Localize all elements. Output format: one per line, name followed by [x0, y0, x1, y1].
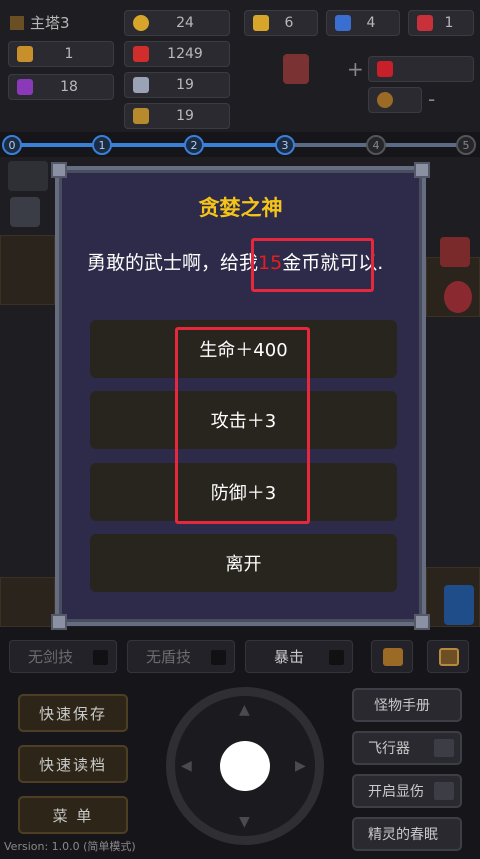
- chest-icon: [439, 648, 459, 666]
- track-line-done: [10, 143, 285, 147]
- toggle-icon: [434, 782, 454, 800]
- heart-icon: [377, 61, 393, 77]
- arrow-right-icon: ▶: [295, 758, 306, 774]
- skill-label: 暴击: [274, 648, 305, 666]
- crit-skill-toggle[interactable]: 暴击: [245, 640, 353, 673]
- gold-coin-icon: [133, 15, 149, 31]
- track-node[interactable]: 1: [92, 135, 112, 155]
- hero-portrait: [283, 54, 309, 84]
- track-node[interactable]: 4: [366, 135, 386, 155]
- red-keys-stat: 1: [408, 10, 474, 36]
- status-hud: 主塔3 1 18 24 1249 19 19 6 4 1 + -: [0, 0, 480, 132]
- shield-slot[interactable]: [368, 87, 422, 113]
- button-label: 精灵的春眠: [368, 827, 438, 843]
- button-label: 飞行器: [368, 741, 410, 757]
- frame-corner: [51, 162, 67, 178]
- option-leave[interactable]: 离开: [90, 534, 397, 592]
- fly-button[interactable]: 飞行器: [352, 731, 462, 765]
- show-damage-toggle[interactable]: 开启显伤: [352, 774, 462, 808]
- quick-save-button[interactable]: 快速保存: [18, 694, 128, 732]
- red-key-icon: [417, 15, 433, 31]
- bag-icon: [383, 648, 403, 666]
- minus-sign: -: [428, 87, 436, 111]
- spring-button[interactable]: 精灵的春眠: [352, 817, 462, 851]
- def-stat: 19: [124, 103, 230, 129]
- gold-stat: 24: [124, 10, 230, 36]
- book-icon: [444, 585, 474, 625]
- stone-tile: [10, 197, 40, 227]
- track-node[interactable]: 5: [456, 135, 476, 155]
- arrow-up-icon: ▲: [239, 702, 250, 718]
- arrow-down-icon: ▼: [239, 814, 250, 830]
- fly-icon: [434, 739, 454, 757]
- joystick-knob[interactable]: [220, 741, 270, 791]
- blue-keys-stat: 4: [326, 10, 400, 36]
- npc-name: 贪婪之神: [198, 196, 283, 220]
- plus-sign: +: [347, 57, 364, 81]
- bag-button[interactable]: [371, 640, 413, 673]
- skill-label: 无剑技: [28, 648, 74, 666]
- sword-icon: [133, 77, 149, 93]
- shield-icon: [377, 92, 393, 108]
- checkbox: [329, 650, 344, 665]
- floor-text: 主塔3: [30, 14, 70, 32]
- version-label: Version: 1.0.0 (简单模式): [4, 840, 136, 853]
- frame-corner: [414, 162, 430, 178]
- message-text: 勇敢的武士啊，给我: [87, 252, 259, 274]
- skill-label: 无盾技: [146, 648, 192, 666]
- track-node[interactable]: 0: [2, 135, 22, 155]
- frame-corner: [414, 614, 430, 630]
- exp-stat: 18: [8, 74, 114, 100]
- chest-button[interactable]: [427, 640, 469, 673]
- yellow-keys-stat: 6: [244, 10, 318, 36]
- floor-progress-track: 0 1 2 3 4 5: [0, 133, 480, 157]
- wall-tile: [0, 577, 55, 627]
- button-label: 怪物手册: [374, 698, 430, 714]
- checkbox: [93, 650, 108, 665]
- blue-key-icon: [335, 15, 351, 31]
- hp-stat: 1249: [124, 41, 230, 67]
- heart-icon: [133, 46, 149, 62]
- annotation-box: [251, 238, 374, 292]
- quick-load-button[interactable]: 快速读档: [18, 745, 128, 783]
- track-node[interactable]: 2: [184, 135, 204, 155]
- wall-tile: [0, 235, 55, 305]
- crown-icon: [17, 46, 33, 62]
- frame-corner: [51, 614, 67, 630]
- yellow-key-icon: [253, 15, 269, 31]
- hp-potion-slot[interactable]: [368, 56, 474, 82]
- red-key-icon: [440, 237, 470, 267]
- stairs-icon: [8, 161, 48, 191]
- arrow-left-icon: ◀: [181, 758, 192, 774]
- sword-skill-toggle[interactable]: 无剑技: [9, 640, 117, 673]
- checkbox: [211, 650, 226, 665]
- button-label: 开启显伤: [368, 784, 424, 800]
- annotation-box: [175, 327, 310, 524]
- track-node[interactable]: 3: [275, 135, 295, 155]
- shield-skill-toggle[interactable]: 无盾技: [127, 640, 235, 673]
- exp-gem-icon: [17, 79, 33, 95]
- potion-icon: [444, 281, 472, 313]
- menu-button[interactable]: 菜 单: [18, 796, 128, 834]
- monster-book-button[interactable]: 怪物手册: [352, 688, 462, 722]
- joystick[interactable]: ▲ ▼ ◀ ▶: [166, 687, 324, 845]
- npc-dialog: 贪婪之神 勇敢的武士啊，给我15金币就可以. 生命＋400 攻击＋3 防御＋3 …: [51, 162, 430, 630]
- atk-stat: 19: [124, 72, 230, 98]
- floor-label: 主塔3: [10, 12, 70, 33]
- shield-icon: [133, 108, 149, 124]
- tower-icon: [10, 16, 24, 30]
- level-stat: 1: [8, 41, 114, 67]
